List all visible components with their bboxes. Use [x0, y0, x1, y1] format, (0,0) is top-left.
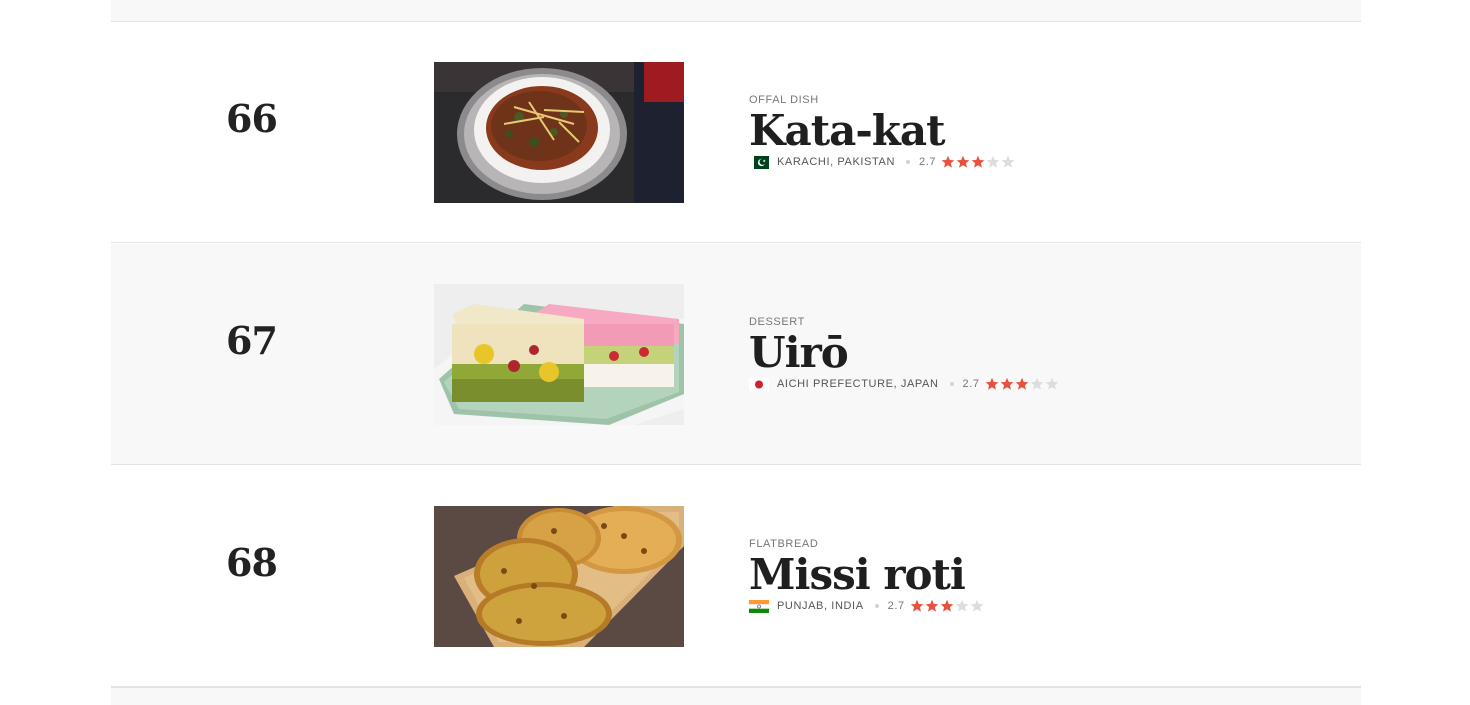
previous-row-edge [111, 0, 1361, 22]
dish-info: DESSERT Uirō AICHI PREFECTURE, JAPAN 2.7 [749, 316, 1060, 392]
star-filled-icon [941, 155, 955, 169]
star-empty-icon [1030, 377, 1044, 391]
dish-ranking-list: 66 OFFAL DISH Kata-kat KARACHI, PAKISTAN… [111, 0, 1361, 705]
dish-photo-kata-kat[interactable] [434, 62, 684, 203]
dish-row-68[interactable]: 68 FLATBREAD Missi roti PUNJAB, INDIA 2.… [111, 466, 1361, 687]
dish-name-link[interactable]: Missi roti [749, 552, 985, 598]
star-filled-icon [971, 155, 985, 169]
dish-location-link[interactable]: PUNJAB, INDIA [777, 600, 864, 612]
dish-photo-missi-roti[interactable] [434, 506, 684, 647]
star-empty-icon [986, 155, 1000, 169]
rating-stars [910, 599, 985, 613]
dish-meta: KARACHI, PAKISTAN 2.7 [749, 154, 1016, 170]
india-flag-icon [749, 599, 769, 613]
separator-dot [949, 382, 954, 386]
japan-flag-icon [749, 377, 769, 391]
separator-dot [874, 604, 879, 608]
dish-row-67[interactable]: 67 DESSERT Uirō AICHI PREFECTURE, JAPAN … [111, 244, 1361, 465]
dish-location-link[interactable]: KARACHI, PAKISTAN [777, 156, 895, 168]
star-filled-icon [956, 155, 970, 169]
separator-dot [905, 160, 910, 164]
rating-value: 2.7 [918, 156, 937, 168]
dish-name-link[interactable]: Uirō [749, 330, 1060, 376]
dish-photo-uiro[interactable] [434, 284, 684, 425]
dish-category: FLATBREAD [749, 538, 819, 550]
rating-stars [941, 155, 1016, 169]
star-empty-icon [1045, 377, 1059, 391]
star-filled-icon [925, 599, 939, 613]
star-empty-icon [1001, 155, 1015, 169]
star-filled-icon [910, 599, 924, 613]
dish-meta: PUNJAB, INDIA 2.7 [749, 598, 985, 614]
next-row-edge [111, 687, 1361, 705]
dish-category: OFFAL DISH [749, 94, 819, 106]
star-empty-icon [955, 599, 969, 613]
dish-name-link[interactable]: Kata-kat [749, 108, 1016, 154]
star-filled-icon [1000, 377, 1014, 391]
dish-info: OFFAL DISH Kata-kat KARACHI, PAKISTAN 2.… [749, 94, 1016, 170]
rank-number: 67 [226, 318, 278, 363]
rank-number: 68 [226, 540, 278, 585]
dish-meta: AICHI PREFECTURE, JAPAN 2.7 [749, 376, 1060, 392]
star-empty-icon [970, 599, 984, 613]
dish-category: DESSERT [749, 316, 805, 328]
rank-number: 66 [226, 96, 278, 141]
rating-stars [985, 377, 1060, 391]
dish-info: FLATBREAD Missi roti PUNJAB, INDIA 2.7 [749, 538, 985, 614]
pakistan-flag-icon [749, 155, 769, 169]
dish-row-66[interactable]: 66 OFFAL DISH Kata-kat KARACHI, PAKISTAN… [111, 22, 1361, 243]
star-filled-icon [1015, 377, 1029, 391]
dish-location-link[interactable]: AICHI PREFECTURE, JAPAN [777, 378, 939, 390]
star-filled-icon [985, 377, 999, 391]
star-filled-icon [940, 599, 954, 613]
rating-value: 2.7 [962, 378, 980, 390]
rating-value: 2.7 [887, 600, 905, 612]
